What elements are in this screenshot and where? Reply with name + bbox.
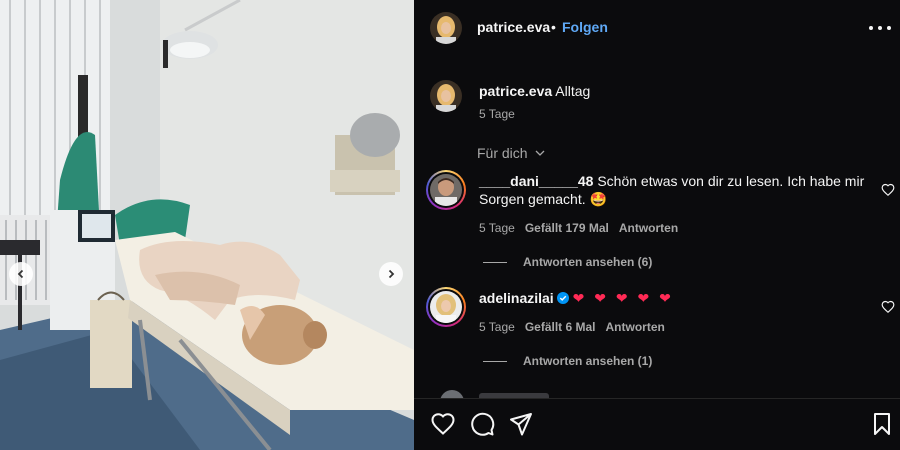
comment-age: 5 Tage (479, 221, 515, 235)
commenter-avatar (430, 291, 462, 323)
heart-icon[interactable] (430, 411, 456, 437)
post-side-panel: patrice.eva • Folgen patrice.eva Alltag … (414, 0, 900, 450)
comment-avatar-ring[interactable] (426, 287, 466, 327)
replies-divider (483, 261, 507, 263)
carousel-next-button[interactable] (379, 262, 403, 286)
comment-likes[interactable]: Gefällt 179 Mal (525, 221, 609, 235)
author-username[interactable]: patrice.eva (477, 19, 550, 35)
follow-button[interactable]: Folgen (562, 19, 608, 35)
view-replies-label: Antworten ansehen (6) (523, 255, 653, 269)
carousel-prev-button[interactable] (9, 262, 33, 286)
commenter-avatar (430, 174, 462, 206)
post-photo[interactable] (0, 0, 414, 450)
heart-icon[interactable] (881, 183, 895, 197)
comment-meta: 5 Tage Gefällt 6 Mal Antworten (479, 320, 665, 334)
caption-body: Alltag (555, 83, 591, 99)
comments-sort-label: Für dich (477, 145, 528, 161)
verified-badge-icon (556, 292, 569, 304)
more-options-icon[interactable] (869, 18, 891, 38)
caption-age: 5 Tage (479, 107, 515, 121)
chevron-right-icon (388, 269, 395, 279)
comment-text: ____dani_____48 Schön etwas von dir zu l… (479, 172, 879, 208)
post-header: patrice.eva • Folgen (414, 0, 900, 56)
bookmark-icon[interactable] (869, 411, 895, 437)
comment-text: adelinazilai ❤ ❤ ❤ ❤ ❤ (479, 289, 879, 307)
view-replies-button[interactable]: Antworten ansehen (1) (483, 354, 652, 368)
comment-item: adelinazilai ❤ ❤ ❤ ❤ ❤ 5 Tage Gefällt 6 … (426, 287, 896, 387)
chevron-down-icon (535, 150, 545, 156)
comment-meta: 5 Tage Gefällt 179 Mal Antworten (479, 221, 678, 235)
author-avatar[interactable] (430, 12, 462, 44)
photo-scene (0, 0, 414, 450)
comment-item: ____dani_____48 Schön etwas von dir zu l… (426, 170, 896, 270)
post-actions-bar (414, 398, 900, 450)
comments-sort-dropdown[interactable]: Für dich (477, 145, 546, 161)
post-caption: patrice.eva Alltag 5 Tage (430, 78, 890, 128)
comment-reply-button[interactable]: Antworten (619, 221, 678, 235)
send-icon[interactable] (508, 411, 534, 437)
comment-icon[interactable] (469, 411, 495, 437)
view-replies-button[interactable]: Antworten ansehen (6) (483, 255, 652, 269)
comment-likes[interactable]: Gefällt 6 Mal (525, 320, 596, 334)
heart-icon[interactable] (881, 300, 895, 314)
caption-username[interactable]: patrice.eva (479, 83, 552, 99)
replies-divider (483, 360, 507, 362)
chevron-left-icon (17, 269, 24, 279)
comment-username[interactable]: adelinazilai (479, 290, 554, 306)
comment-avatar-ring[interactable] (426, 170, 466, 210)
header-separator: • (551, 19, 556, 35)
view-replies-label: Antworten ansehen (1) (523, 354, 653, 368)
caption-avatar[interactable] (430, 80, 462, 112)
comment-age: 5 Tage (479, 320, 515, 334)
comment-body: ❤ ❤ ❤ ❤ ❤ (572, 290, 674, 306)
comment-reply-button[interactable]: Antworten (606, 320, 665, 334)
caption-text: patrice.eva Alltag (479, 83, 590, 99)
comment-username[interactable]: ____dani_____48 (479, 173, 593, 189)
